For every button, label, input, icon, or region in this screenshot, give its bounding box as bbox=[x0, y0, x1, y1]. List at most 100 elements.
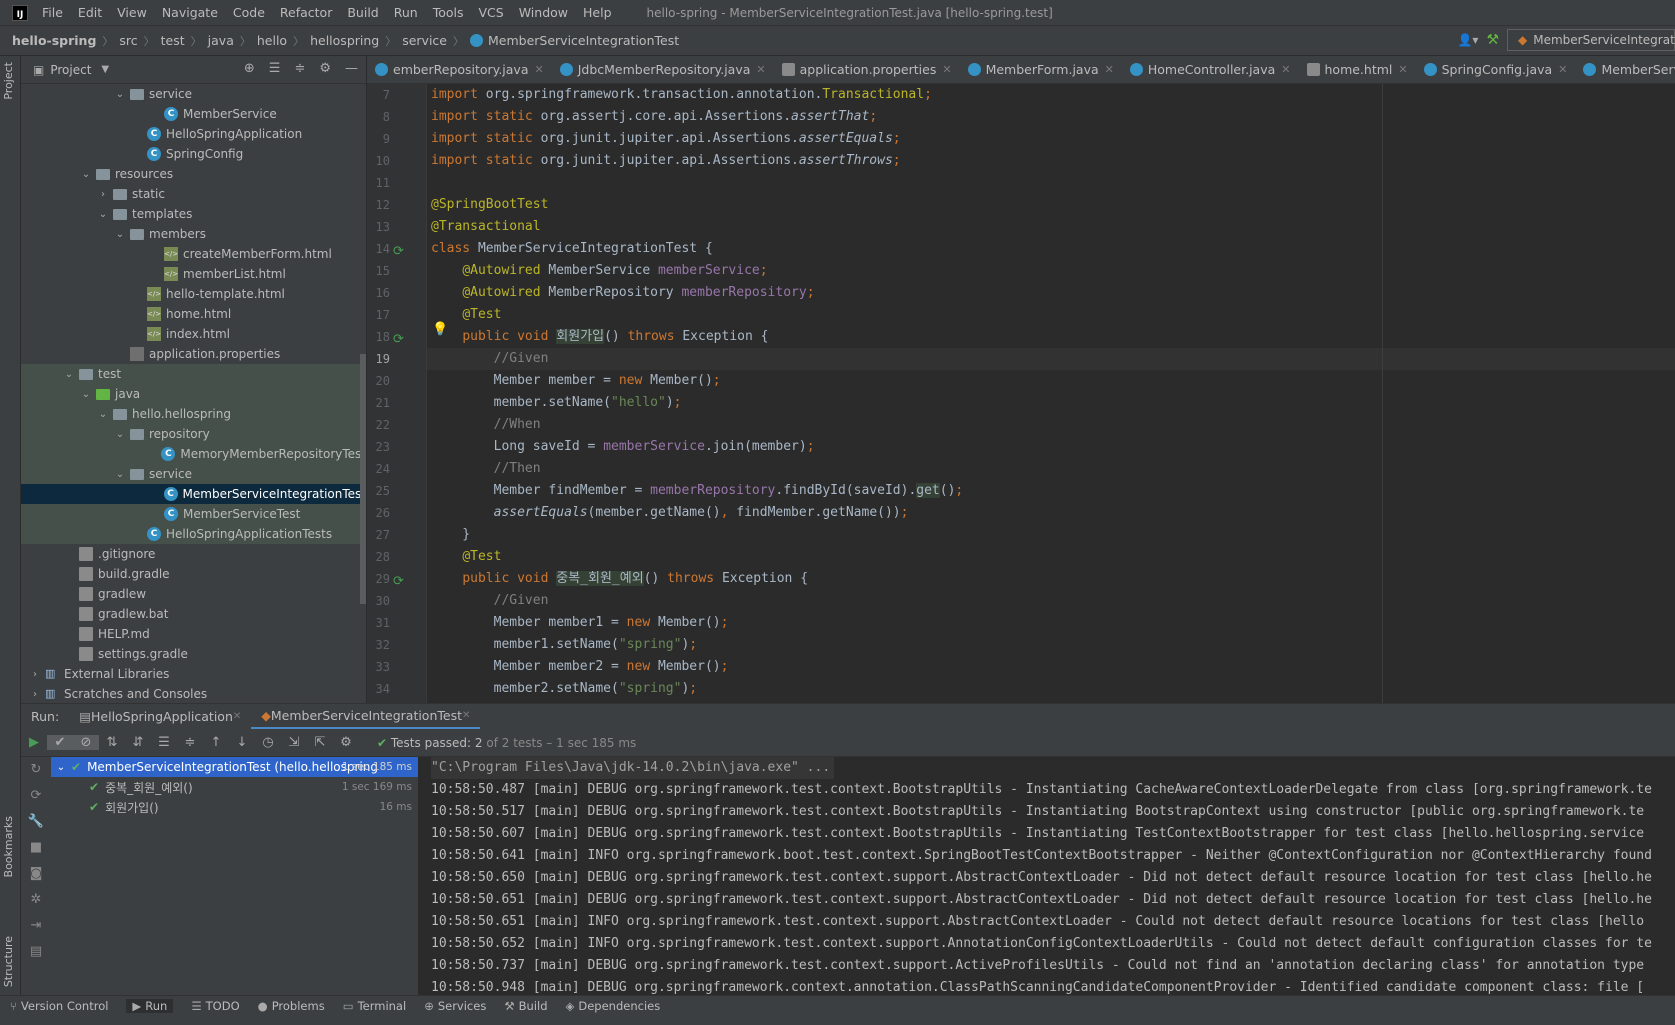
history-icon[interactable]: ◷ bbox=[255, 735, 281, 750]
chevron-down-icon[interactable]: ⌄ bbox=[80, 169, 92, 180]
tree-item[interactable]: ⌄ repository bbox=[21, 424, 366, 444]
tree-item[interactable]: C MemberServiceTest bbox=[21, 504, 366, 524]
close-icon[interactable]: ✕ bbox=[462, 710, 470, 721]
editor-tab[interactable]: emberRepository.java ✕ bbox=[367, 56, 552, 83]
prev-test-icon[interactable]: ↑ bbox=[203, 735, 229, 750]
export-tests-icon[interactable]: ⇱ bbox=[307, 735, 333, 750]
run-configuration-select[interactable]: ◆ MemberServiceIntegration bbox=[1507, 29, 1675, 51]
show-ignored-icon[interactable]: ⊘ bbox=[73, 735, 99, 750]
test-result-item[interactable]: ✔ 중복_회원_예외() 1 sec 169 ms bbox=[51, 777, 418, 797]
tree-item[interactable]: application.properties bbox=[21, 344, 366, 364]
tree-item[interactable]: ⌄ resources bbox=[21, 164, 366, 184]
chevron-down-icon[interactable]: ⌄ bbox=[63, 369, 75, 380]
run-console[interactable]: "C:\Program Files\Java\jdk-14.0.2\bin\ja… bbox=[419, 757, 1675, 995]
expand-all-icon[interactable]: ☰ bbox=[269, 61, 281, 76]
tool-window-build[interactable]: ⚒ Build bbox=[504, 999, 547, 1013]
close-icon[interactable]: ✕ bbox=[1281, 63, 1290, 76]
breadcrumb-item[interactable]: MemberServiceIntegrationTest bbox=[488, 33, 679, 48]
breadcrumb-item[interactable]: hello bbox=[257, 33, 287, 48]
chevron-down-icon[interactable]: ⌄ bbox=[97, 409, 109, 420]
camera-icon[interactable]: ◙ bbox=[21, 861, 51, 887]
close-icon[interactable]: ✕ bbox=[1105, 63, 1114, 76]
chevron-down-icon[interactable]: ⌄ bbox=[114, 469, 126, 480]
tree-item[interactable]: C MemberServiceIntegrationTest bbox=[21, 484, 366, 504]
project-tool-tab[interactable]: Project bbox=[2, 62, 15, 100]
gear-icon[interactable]: ⚙ bbox=[319, 61, 331, 76]
wrench-icon[interactable]: 🔧 bbox=[21, 809, 51, 835]
menu-help[interactable]: Help bbox=[583, 5, 612, 20]
structure-tool-tab[interactable]: Structure bbox=[2, 936, 15, 987]
menu-file[interactable]: File bbox=[42, 5, 63, 20]
run-tab[interactable]: ▤ HelloSpringApplication ✕ bbox=[69, 704, 251, 730]
collapse-all-icon[interactable]: ≑ bbox=[294, 61, 305, 76]
tree-item[interactable]: › ▥ Scratches and Consoles bbox=[21, 684, 366, 703]
sort-alpha-icon[interactable]: ⇅ bbox=[99, 735, 125, 750]
breadcrumb-item[interactable]: src bbox=[119, 33, 137, 48]
tree-item[interactable]: HELP.md bbox=[21, 624, 366, 644]
rerun-icon[interactable]: ▶ bbox=[21, 735, 47, 750]
stop-icon[interactable]: ■ bbox=[21, 835, 51, 861]
tree-item[interactable]: </> memberList.html bbox=[21, 264, 366, 284]
menu-window[interactable]: Window bbox=[519, 5, 568, 20]
tool-window-problems[interactable]: ● Problems bbox=[258, 999, 325, 1013]
tree-item[interactable]: ⌄ test bbox=[21, 364, 366, 384]
tool-window-terminal[interactable]: ▭ Terminal bbox=[343, 999, 406, 1013]
close-icon[interactable]: ✕ bbox=[756, 63, 765, 76]
breadcrumb-item[interactable]: service bbox=[402, 33, 447, 48]
next-test-icon[interactable]: ↓ bbox=[229, 735, 255, 750]
close-icon[interactable]: ✕ bbox=[534, 63, 543, 76]
tree-item[interactable]: settings.gradle bbox=[21, 644, 366, 664]
tree-item[interactable]: gradlew.bat bbox=[21, 604, 366, 624]
toggle-auto-test-icon[interactable]: ⟳ bbox=[21, 783, 51, 809]
menu-run[interactable]: Run bbox=[394, 5, 418, 20]
menu-view[interactable]: View bbox=[117, 5, 147, 20]
chevron-down-icon[interactable]: ▼ bbox=[101, 64, 109, 75]
intention-bulb-icon[interactable]: 💡 bbox=[432, 322, 448, 337]
chevron-right-icon[interactable]: › bbox=[97, 189, 109, 200]
chevron-down-icon[interactable]: ⌄ bbox=[55, 762, 67, 773]
run-tab[interactable]: ◆ MemberServiceIntegrationTest ✕ bbox=[251, 704, 481, 730]
show-passed-icon[interactable]: ✔ bbox=[47, 735, 73, 750]
tree-item[interactable]: ⌄ service bbox=[21, 464, 366, 484]
close-icon[interactable]: ✕ bbox=[942, 63, 951, 76]
hide-icon[interactable]: — bbox=[345, 61, 358, 76]
editor-tab[interactable]: HomeController.java ✕ bbox=[1122, 56, 1299, 83]
tree-item[interactable]: ⌄ service bbox=[21, 84, 366, 104]
user-icon[interactable]: 👤▾ bbox=[1457, 33, 1478, 47]
breadcrumb-item[interactable]: java bbox=[208, 33, 234, 48]
breadcrumb-item[interactable]: hello-spring bbox=[12, 33, 96, 48]
project-panel-title[interactable]: Project bbox=[50, 63, 91, 77]
tree-item[interactable]: </> createMemberForm.html bbox=[21, 244, 366, 264]
breadcrumb-item[interactable]: hellospring bbox=[310, 33, 379, 48]
tree-item[interactable]: .gitignore bbox=[21, 544, 366, 564]
breadcrumb-item[interactable]: test bbox=[161, 33, 185, 48]
close-icon[interactable]: ✕ bbox=[1398, 63, 1407, 76]
code-editor[interactable]: import org.springframework.transaction.a… bbox=[427, 84, 1675, 703]
locate-icon[interactable]: ⊕ bbox=[244, 61, 255, 76]
tree-item[interactable]: C SpringConfig bbox=[21, 144, 366, 164]
test-result-item[interactable]: ✔ 회원가입() 16 ms bbox=[51, 797, 418, 817]
tree-item[interactable]: C MemberService bbox=[21, 104, 366, 124]
rerun-failed-icon[interactable]: ↻ bbox=[21, 757, 51, 783]
tree-item[interactable]: ⌄ java bbox=[21, 384, 366, 404]
editor-tab[interactable]: MemberForm.java ✕ bbox=[960, 56, 1122, 83]
gear-icon[interactable]: ⚙ bbox=[333, 735, 359, 750]
editor-tab[interactable]: JdbcMemberRepository.java ✕ bbox=[552, 56, 774, 83]
chevron-down-icon[interactable]: ⌄ bbox=[114, 429, 126, 440]
import-tests-icon[interactable]: ⇲ bbox=[281, 735, 307, 750]
tool-window-version-control[interactable]: ⑂ Version Control bbox=[10, 999, 108, 1013]
editor-tab[interactable]: home.html ✕ bbox=[1299, 56, 1416, 83]
chevron-down-icon[interactable]: ⌄ bbox=[114, 229, 126, 240]
tree-item[interactable]: ⌄ templates bbox=[21, 204, 366, 224]
sort-duration-icon[interactable]: ⇵ bbox=[125, 735, 151, 750]
tree-item[interactable]: C HelloSpringApplication bbox=[21, 124, 366, 144]
expand-all-icon[interactable]: ☰ bbox=[151, 735, 177, 750]
tool-window-todo[interactable]: ☰ TODO bbox=[191, 999, 239, 1013]
collapse-all-icon[interactable]: ≑ bbox=[177, 735, 203, 750]
menu-code[interactable]: Code bbox=[233, 5, 265, 20]
build-hammer-icon[interactable]: ⚒ bbox=[1486, 32, 1499, 48]
tree-item[interactable]: build.gradle bbox=[21, 564, 366, 584]
chevron-down-icon[interactable]: ⌄ bbox=[97, 209, 109, 220]
menu-refactor[interactable]: Refactor bbox=[280, 5, 332, 20]
tree-item[interactable]: </> home.html bbox=[21, 304, 366, 324]
